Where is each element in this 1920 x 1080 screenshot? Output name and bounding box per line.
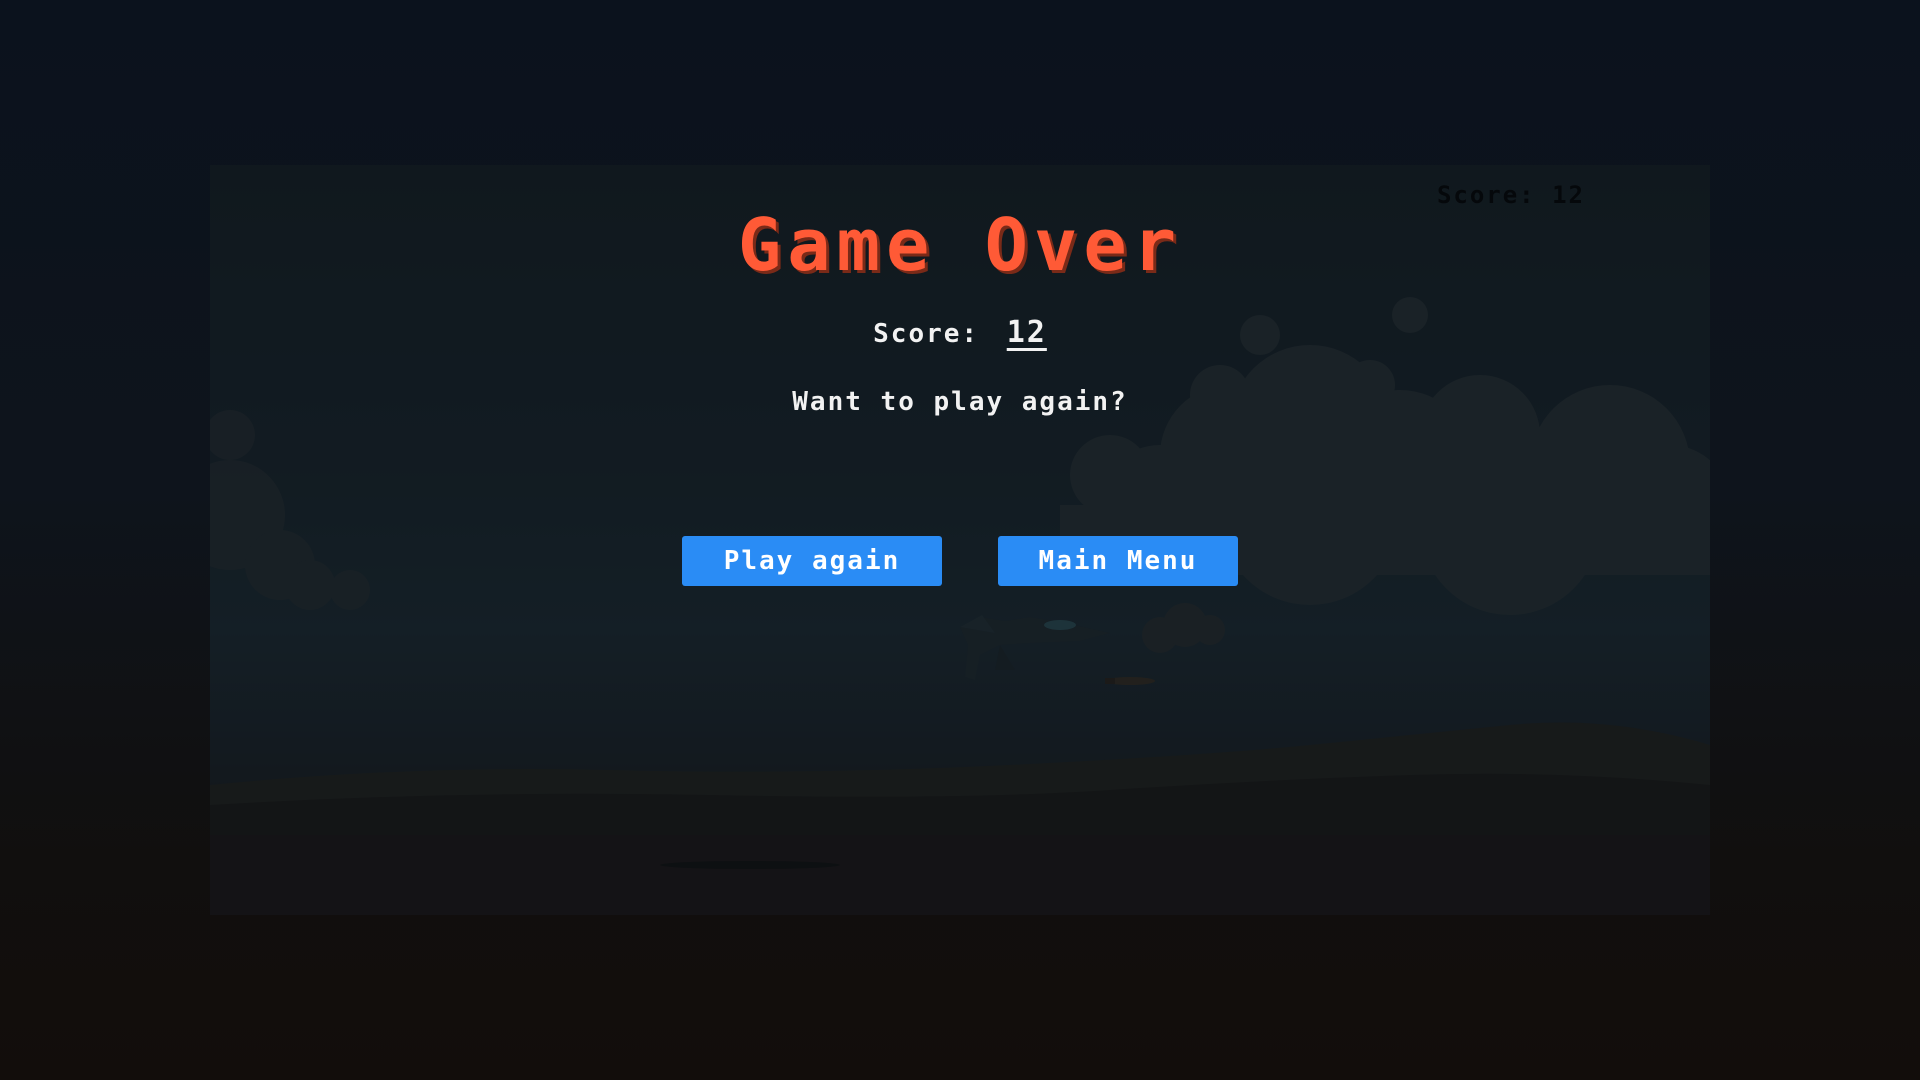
game-canvas: Score: 12 Game Over Score: 12 Want to pl… xyxy=(210,165,1710,915)
play-again-button[interactable]: Play again xyxy=(682,536,942,586)
main-menu-button[interactable]: Main Menu xyxy=(998,536,1238,586)
game-over-panel: Game Over Score: 12 Want to play again? … xyxy=(210,165,1710,915)
final-score-value: 12 xyxy=(1006,315,1047,350)
final-score-label: Score: xyxy=(873,319,980,349)
play-again-prompt: Want to play again? xyxy=(792,387,1128,417)
final-score: Score: 12 xyxy=(210,315,1710,350)
game-page: Score: 12 Game Over Score: 12 Want to pl… xyxy=(0,0,1920,1080)
game-over-title: Game Over xyxy=(737,203,1183,287)
